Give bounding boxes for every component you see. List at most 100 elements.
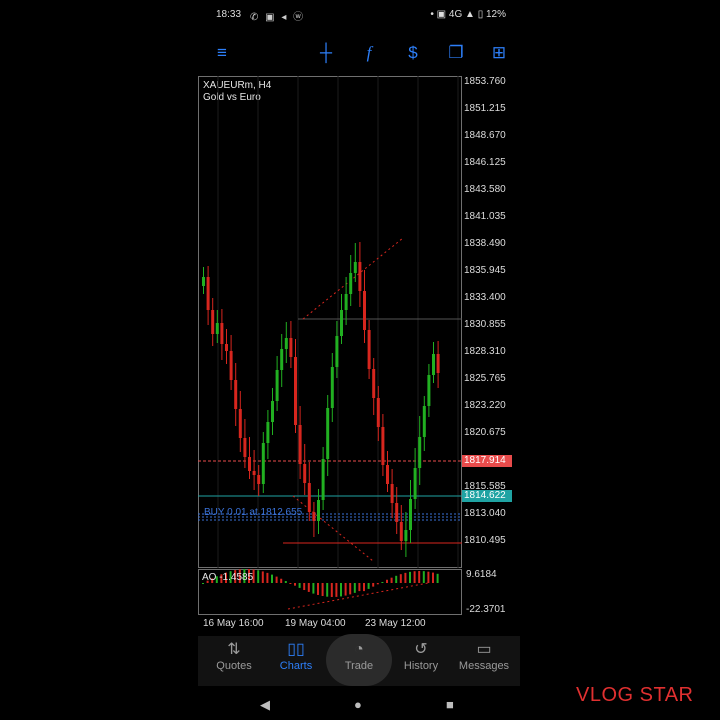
status-time: 18:33	[216, 9, 242, 20]
ao-bar	[353, 583, 356, 593]
ao-bar	[344, 583, 347, 596]
candle-body	[432, 354, 435, 375]
candle-body	[211, 310, 215, 334]
candle-body	[280, 349, 284, 370]
trade-icon: ◔	[354, 641, 364, 658]
ao-min-label: -22.3701	[466, 604, 506, 615]
ao-bar	[298, 583, 301, 588]
ao-bar	[312, 583, 315, 594]
candle-body	[317, 500, 320, 521]
ao-bar	[399, 574, 402, 583]
candle-body	[257, 475, 261, 484]
menu-icon[interactable]: ≡	[211, 42, 233, 64]
history-icon: ↺	[414, 641, 428, 658]
ao-bar	[422, 571, 425, 583]
nav-quotes[interactable]: ⇅ Quotes	[204, 640, 264, 672]
candlestick-plot	[198, 76, 462, 568]
ao-bar	[335, 583, 338, 597]
candle-body	[284, 338, 288, 349]
candle-body	[248, 457, 251, 471]
nav-messages[interactable]: ▭ Messages	[454, 640, 514, 672]
dollar-icon[interactable]: $	[402, 42, 424, 64]
bid-price-badge: 1814.622	[462, 490, 512, 502]
price-label: 1838.490	[464, 238, 506, 249]
ao-bar	[427, 571, 430, 583]
candle-body	[261, 443, 265, 484]
messages-icon: ▭	[476, 641, 492, 658]
time-label: 16 May 16:00	[203, 618, 264, 629]
trend-line	[292, 495, 374, 562]
ao-bar	[261, 571, 264, 583]
ao-label: AO -1.4585	[202, 572, 254, 583]
candle-body	[289, 338, 293, 357]
recents-icon[interactable]: ■	[446, 697, 454, 712]
candle-body	[409, 499, 412, 530]
nav-label: Messages	[458, 660, 510, 672]
ao-bar	[317, 583, 319, 595]
candle-body	[312, 512, 316, 521]
add-order-icon[interactable]: ⊞	[488, 42, 510, 64]
ao-bar	[326, 583, 329, 597]
ao-bar	[436, 573, 439, 583]
price-label: 1828.310	[464, 346, 506, 357]
candle-body	[436, 354, 440, 373]
order-line-label[interactable]: BUY 0.01 at 1812.655	[204, 507, 302, 518]
nav-history[interactable]: ↺ History	[391, 640, 451, 672]
candle-body	[422, 406, 426, 437]
candle-body	[238, 409, 242, 438]
nav-label: History	[403, 660, 439, 672]
time-label: 23 May 12:00	[365, 618, 426, 629]
ao-bar	[202, 583, 204, 584]
ao-bar	[363, 583, 365, 592]
ao-bar	[413, 571, 416, 583]
ao-bar	[376, 583, 379, 585]
candle-body	[376, 398, 380, 427]
nav-charts[interactable]: ▯▯ Charts	[266, 640, 326, 672]
status-bar: 18:33 ✆ ▣ ◂ ⓦ • ▣ 4G ▲ ▯ 12%	[198, 0, 520, 28]
candle-body	[202, 277, 205, 286]
ao-bar	[349, 583, 352, 595]
ao-bar	[307, 583, 310, 592]
nav-label: Charts	[279, 660, 313, 672]
candle-body	[353, 262, 357, 273]
candle-body	[307, 483, 311, 512]
candle-body	[418, 437, 422, 468]
status-indicators: • ▣ 4G ▲ ▯ 12%	[430, 9, 506, 20]
ao-bar	[303, 583, 306, 591]
indicators-icon[interactable]: f	[358, 42, 380, 64]
home-icon[interactable]: ●	[354, 697, 362, 712]
crosshair-icon[interactable]: ┼	[315, 42, 337, 64]
ao-bar	[386, 579, 388, 583]
candle-body	[404, 530, 408, 541]
candle-body	[381, 427, 385, 465]
price-label: 1843.580	[464, 184, 506, 195]
chart-toolbar: ≡ ┼ f $ ❐ ⊞	[198, 36, 520, 68]
ask-price-badge: 1817.914	[462, 455, 512, 467]
candle-body	[386, 465, 389, 484]
price-label: 1813.040	[464, 508, 506, 519]
candle-body	[215, 323, 219, 334]
ao-bar	[395, 575, 398, 583]
ao-bar	[294, 583, 296, 586]
candle-body	[395, 503, 399, 522]
price-label: 1810.495	[464, 535, 506, 546]
ao-bar	[289, 583, 292, 584]
trend-line	[302, 237, 404, 320]
ao-bar	[330, 583, 333, 597]
ao-bar	[418, 571, 421, 583]
candle-body	[243, 438, 247, 457]
candle-body	[298, 425, 302, 464]
candle-body	[340, 310, 343, 336]
candle-body	[399, 522, 403, 541]
windows-icon[interactable]: ❐	[445, 42, 467, 64]
candle-body	[229, 351, 233, 380]
ao-bar	[358, 583, 361, 592]
candle-body	[220, 323, 224, 344]
nav-trade[interactable]: ◔ Trade	[329, 640, 389, 672]
back-icon[interactable]: ◀	[260, 697, 270, 713]
ao-bar	[390, 577, 393, 583]
quotes-icon: ⇅	[227, 641, 241, 658]
candle-body	[206, 277, 210, 310]
price-label: 1820.675	[464, 427, 506, 438]
ao-bar	[284, 581, 287, 583]
